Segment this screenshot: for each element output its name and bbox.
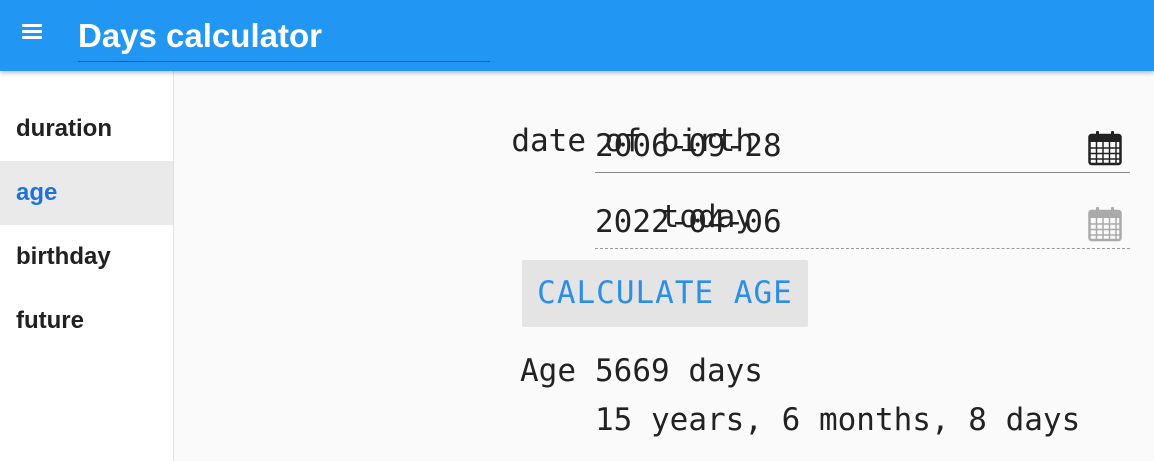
sidebar-item-birthday[interactable]: birthday [0,225,173,289]
sidebar: duration age birthday future [0,71,174,461]
calculate-age-button[interactable]: CALCULATE AGE [522,260,808,327]
today-field[interactable]: 2022-04-06 [595,200,1130,249]
calendar-icon[interactable] [1088,130,1122,166]
age-days: 5669 days [595,353,763,389]
title-field[interactable]: Days calculator [78,12,490,62]
app-title: Days calculator [78,17,322,54]
calendar-icon[interactable] [1088,206,1122,242]
main-content: date of birth 2006-09-28 today 2022-04-0… [174,71,1154,461]
today-value: 2022-04-06 [595,204,782,240]
dob-value: 2006-09-28 [595,128,782,164]
sidebar-item-age[interactable]: age [0,161,173,225]
age-label: Age [520,353,576,389]
age-breakdown: 15 years, 6 months, 8 days [595,402,1081,438]
dob-field[interactable]: 2006-09-28 [595,124,1130,173]
sidebar-item-duration[interactable]: duration [0,97,173,161]
app-bar: Days calculator [0,0,1154,71]
sidebar-item-future[interactable]: future [0,289,173,353]
hamburger-menu-icon[interactable] [22,24,42,40]
